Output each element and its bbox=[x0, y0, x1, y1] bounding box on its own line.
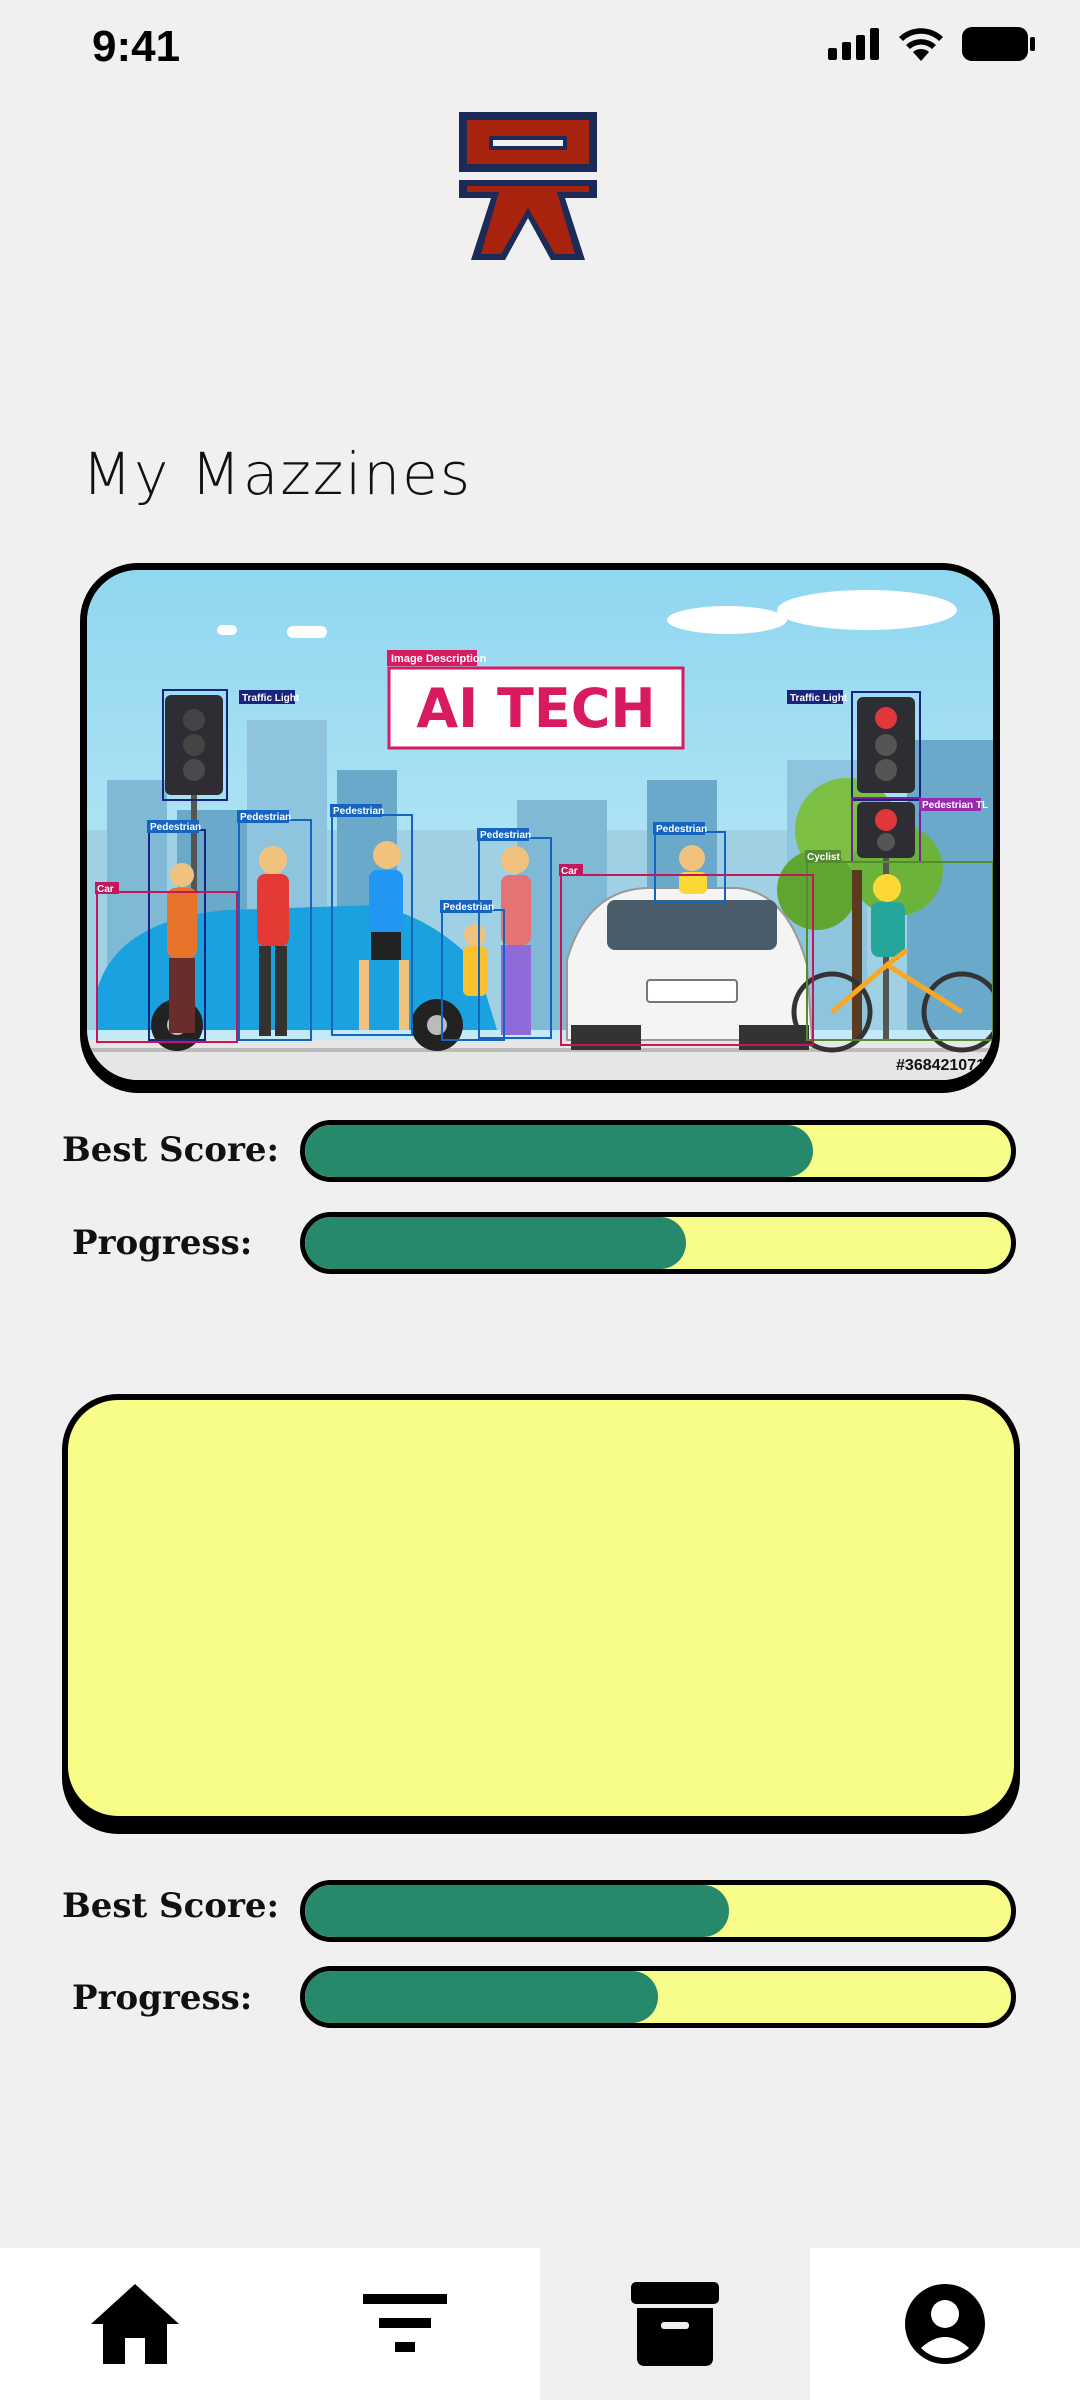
mazzine-card-2[interactable] bbox=[62, 1394, 1020, 1822]
battery-icon bbox=[962, 27, 1035, 61]
best-score-bar-1 bbox=[300, 1120, 1016, 1182]
nav-filter[interactable] bbox=[270, 2248, 540, 2400]
archive-icon bbox=[631, 2282, 719, 2366]
label-pedestrian-5: Pedestrian bbox=[443, 902, 494, 913]
mazzine-card-1[interactable]: Traffic Light Traffic Light Pedestrian P… bbox=[80, 563, 1000, 1087]
best-score-label-1: Best Score: bbox=[62, 1130, 280, 1170]
label-traffic-light-2: Traffic Light bbox=[790, 693, 848, 704]
home-icon bbox=[91, 2284, 179, 2364]
progress-label-2: Progress: bbox=[72, 1978, 253, 2018]
app-logo bbox=[459, 112, 597, 260]
nav-archive[interactable] bbox=[540, 2248, 810, 2400]
label-pedestrian-1: Pedestrian bbox=[150, 822, 201, 833]
label-pedestrian-tl: Pedestrian TL bbox=[922, 800, 988, 811]
filter-icon bbox=[363, 2294, 447, 2352]
label-cyclist: Cyclist bbox=[807, 852, 840, 863]
progress-bar-2 bbox=[300, 1966, 1016, 2028]
card-illustration: Traffic Light Traffic Light Pedestrian P… bbox=[87, 570, 993, 1080]
nav-account[interactable] bbox=[810, 2248, 1080, 2400]
progress-fill-1 bbox=[305, 1217, 687, 1269]
label-pedestrian-6: Pedestrian bbox=[656, 824, 707, 835]
nav-home[interactable] bbox=[0, 2248, 270, 2400]
account-icon bbox=[905, 2284, 985, 2364]
label-car-1: Car bbox=[97, 884, 114, 895]
best-score-bar-2 bbox=[300, 1880, 1016, 1942]
best-score-fill-1 bbox=[305, 1125, 814, 1177]
screen: 9:41 My Mazzines Traffic Light Traffic L… bbox=[0, 0, 1080, 2400]
banner-caption: Image Description bbox=[391, 653, 487, 665]
stock-id: #368421071 bbox=[896, 1057, 985, 1074]
banner-text: AI TECH bbox=[416, 677, 655, 740]
label-pedestrian-3: Pedestrian bbox=[333, 806, 384, 817]
progress-label-1: Progress: bbox=[72, 1223, 253, 1263]
wifi-icon bbox=[899, 28, 943, 61]
best-score-fill-2 bbox=[305, 1885, 729, 1937]
status-icons bbox=[828, 26, 1036, 62]
status-time: 9:41 bbox=[92, 22, 181, 71]
best-score-label-2: Best Score: bbox=[62, 1886, 280, 1926]
bottom-nav bbox=[0, 2248, 1080, 2400]
progress-bar-1 bbox=[300, 1212, 1016, 1274]
section-title: My Mazzines bbox=[82, 440, 473, 508]
progress-fill-2 bbox=[305, 1971, 658, 2023]
label-pedestrian-2: Pedestrian bbox=[240, 812, 291, 823]
label-traffic-light-1: Traffic Light bbox=[242, 693, 300, 704]
signal-icon bbox=[828, 28, 879, 60]
label-car-2: Car bbox=[561, 866, 578, 877]
label-pedestrian-4: Pedestrian bbox=[480, 830, 531, 841]
